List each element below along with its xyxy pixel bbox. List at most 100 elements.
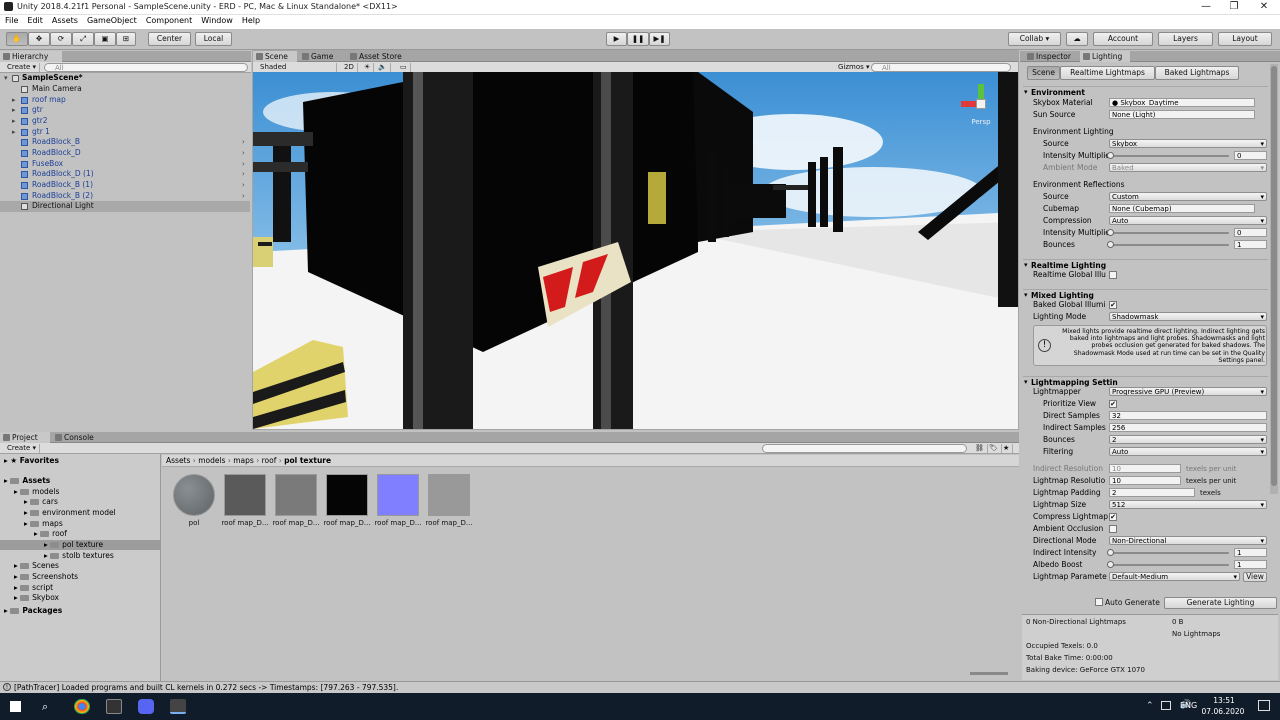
status-message[interactable]: [PathTracer] Loaded programs and built C…: [14, 683, 398, 692]
subtab-realtime-lightmaps[interactable]: Realtime Lightmaps: [1060, 66, 1155, 80]
tab-lighting[interactable]: Lighting: [1080, 51, 1130, 62]
gizmo-x-axis[interactable]: [961, 101, 977, 107]
notifications-icon[interactable]: [1258, 700, 1270, 711]
filtering-dropdown[interactable]: Auto: [1109, 447, 1267, 456]
project-tree-item[interactable]: ▸ Skybox: [0, 593, 161, 604]
project-tree-item[interactable]: ▸ pol texture: [0, 539, 161, 551]
breadcrumb-item[interactable]: Assets: [166, 456, 190, 465]
baked-gi-checkbox[interactable]: ✔: [1109, 301, 1117, 309]
direct-samples-field[interactable]: 32: [1109, 411, 1267, 420]
transform-tool-icon[interactable]: ⊞: [116, 32, 136, 46]
favorites-row[interactable]: ▸ ★ Favorites: [4, 456, 59, 467]
hierarchy-item[interactable]: ▸ roof map: [0, 95, 250, 106]
tab-game[interactable]: Game: [299, 51, 343, 62]
reflection-intensity-slider[interactable]: [1107, 228, 1229, 237]
albedo-boost-value[interactable]: 1: [1234, 560, 1267, 569]
favorite-star-icon[interactable]: ★: [1000, 444, 1014, 453]
project-tree-item[interactable]: ▸ Packages: [0, 606, 161, 617]
effects-toggle-icon[interactable]: ▭: [397, 63, 411, 72]
menu-help[interactable]: Help: [237, 15, 264, 25]
search-icon[interactable]: ⌕: [42, 700, 48, 714]
hierarchy-item[interactable]: RoadBlock_B ›: [0, 137, 250, 148]
texture-thumbnail[interactable]: [377, 474, 419, 516]
collab-button[interactable]: Collab ▾: [1008, 32, 1061, 46]
hierarchy-item[interactable]: ▸ gtr2: [0, 116, 250, 127]
directional-mode-dropdown[interactable]: Non-Directional: [1109, 536, 1267, 545]
tab-console[interactable]: Console: [52, 432, 102, 443]
scrollbar-thumb[interactable]: [1271, 66, 1277, 486]
project-tree-item[interactable]: ▸ environment model: [0, 508, 161, 519]
tab-scene[interactable]: Scene: [253, 51, 297, 62]
menu-assets[interactable]: Assets: [47, 15, 82, 25]
rotate-tool-icon[interactable]: ⟳: [50, 32, 72, 46]
reflection-source-dropdown[interactable]: Custom: [1109, 192, 1267, 201]
gizmo-center[interactable]: [976, 99, 986, 109]
tab-project[interactable]: Project: [0, 432, 50, 443]
scene-root-row[interactable]: ▾ SampleScene*: [0, 73, 250, 84]
expand-arrow-icon[interactable]: ▾: [4, 73, 12, 84]
bounces-dropdown[interactable]: 2: [1109, 435, 1267, 444]
lightmap-resolution-field[interactable]: 10: [1109, 476, 1181, 485]
scene-viewport[interactable]: Persp: [253, 72, 1018, 429]
project-tree-item[interactable]: ▸ Assets: [0, 476, 161, 487]
project-tree-item[interactable]: ▸ Scenes: [0, 561, 161, 572]
breadcrumb-item[interactable]: maps: [233, 456, 254, 465]
reflection-bounces-slider[interactable]: [1107, 240, 1229, 249]
discord-icon[interactable]: [138, 699, 154, 714]
texture-thumbnail[interactable]: [326, 474, 368, 516]
breadcrumb-item[interactable]: pol texture: [284, 456, 331, 465]
lightmapper-dropdown[interactable]: Progressive GPU (Preview): [1109, 387, 1267, 396]
expand-arrow-icon[interactable]: ▸: [12, 105, 20, 116]
lightmapping-header[interactable]: ▾ Lightmapping Settin: [1023, 376, 1268, 387]
hierarchy-item[interactable]: Main Camera: [0, 84, 250, 95]
tab-asset-store[interactable]: Asset Store: [347, 51, 409, 62]
project-tree-item[interactable]: ▸ stolb textures: [0, 551, 161, 562]
prefab-open-arrow-icon[interactable]: ›: [242, 191, 250, 202]
prefab-open-arrow-icon[interactable]: ›: [242, 148, 250, 159]
gizmos-dropdown[interactable]: Gizmos ▾: [835, 63, 874, 72]
project-tree-item[interactable]: ▸ models: [0, 487, 161, 498]
mixed-lighting-header[interactable]: ▾ Mixed Lighting: [1023, 289, 1268, 300]
clock-date[interactable]: 07.06.2020: [1200, 707, 1246, 716]
ambient-mode-dropdown[interactable]: Baked: [1109, 163, 1267, 172]
lightmap-size-dropdown[interactable]: 512: [1109, 500, 1267, 509]
close-button[interactable]: ✕: [1250, 0, 1278, 15]
generate-lighting-button[interactable]: Generate Lighting: [1164, 597, 1277, 609]
project-tree-item[interactable]: ▸ script: [0, 583, 161, 594]
unity-hub-icon[interactable]: [106, 699, 122, 714]
project-search-input[interactable]: [762, 444, 967, 453]
tab-inspector[interactable]: Inspector: [1024, 51, 1076, 62]
prioritize-view-checkbox[interactable]: ✔: [1109, 400, 1117, 408]
unity-editor-icon[interactable]: [170, 699, 186, 714]
scene-search-input[interactable]: All: [871, 63, 1011, 72]
hierarchy-create-button[interactable]: Create ▾: [4, 63, 40, 72]
pivot-local-button[interactable]: Local: [195, 32, 232, 46]
texture-thumbnail[interactable]: [224, 474, 266, 516]
foldout-arrow-icon[interactable]: ▾: [1024, 377, 1028, 388]
expand-arrow-icon[interactable]: ▸: [4, 456, 8, 465]
lighting-source-dropdown[interactable]: Skybox: [1109, 139, 1267, 148]
ambient-occlusion-checkbox[interactable]: [1109, 525, 1117, 533]
project-create-button[interactable]: Create ▾: [4, 444, 40, 453]
expand-arrow-icon[interactable]: ▸: [12, 116, 20, 127]
account-dropdown[interactable]: Account: [1093, 32, 1153, 46]
step-button[interactable]: ▶❚: [649, 32, 670, 46]
material-thumbnail[interactable]: [173, 474, 215, 516]
2d-toggle[interactable]: 2D: [341, 63, 358, 72]
hierarchy-search-input[interactable]: All: [44, 63, 248, 72]
hierarchy-item[interactable]: ▸ gtr 1: [0, 127, 250, 138]
indirect-samples-field[interactable]: 256: [1109, 423, 1267, 432]
auto-generate-checkbox[interactable]: [1095, 598, 1103, 606]
breadcrumb-item[interactable]: models: [198, 456, 225, 465]
project-tree-item[interactable]: ▸ cars: [0, 497, 161, 508]
cloud-icon[interactable]: ☁: [1066, 32, 1088, 46]
menu-edit[interactable]: Edit: [22, 15, 47, 25]
realtime-gi-checkbox[interactable]: [1109, 271, 1117, 279]
maximize-button[interactable]: ❐: [1220, 0, 1248, 15]
move-tool-icon[interactable]: ✥: [28, 32, 50, 46]
rect-tool-icon[interactable]: ▣: [94, 32, 116, 46]
prefab-open-arrow-icon[interactable]: ›: [242, 180, 250, 191]
tray-arrow-icon[interactable]: ⌃: [1146, 701, 1154, 711]
gizmo-y-axis[interactable]: [978, 84, 984, 100]
hand-tool-icon[interactable]: ✋: [6, 32, 28, 46]
